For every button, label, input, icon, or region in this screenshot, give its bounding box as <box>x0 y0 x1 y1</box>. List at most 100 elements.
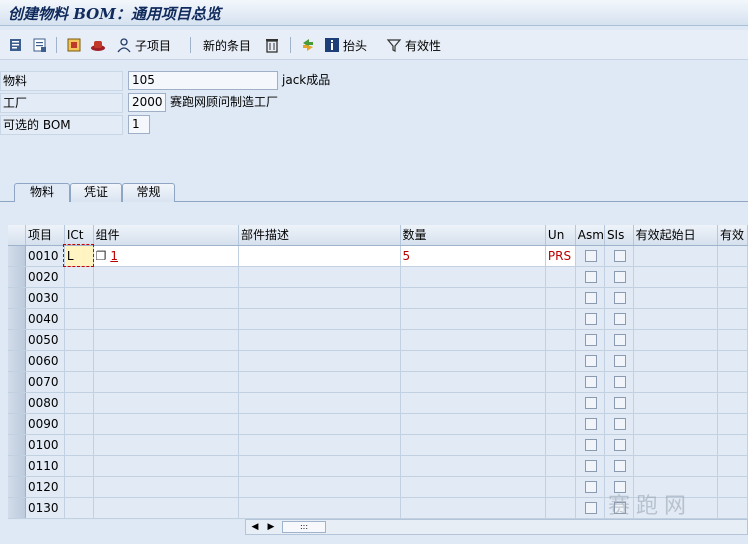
row-selector[interactable] <box>8 413 27 435</box>
column-header-ict[interactable]: ICt <box>64 225 94 246</box>
cell-unit[interactable] <box>545 287 576 309</box>
column-header-sls[interactable]: SIs <box>604 225 634 246</box>
table-row[interactable]: 0080 <box>8 392 748 414</box>
cell-unit[interactable] <box>545 392 576 414</box>
row-selector[interactable] <box>8 392 27 414</box>
table-row[interactable]: 0040 <box>8 308 748 330</box>
cell-description[interactable] <box>238 455 401 477</box>
cell-component[interactable]: ❐ 1 <box>93 245 239 267</box>
asm-checkbox[interactable] <box>584 292 597 304</box>
row-selector[interactable] <box>8 371 27 393</box>
validity-button[interactable]: 有效性 <box>386 35 441 55</box>
cell-quantity[interactable] <box>400 308 546 330</box>
sls-checkbox[interactable] <box>613 439 626 451</box>
cell-valid-to[interactable] <box>717 392 748 414</box>
cell-quantity[interactable] <box>400 287 546 309</box>
asm-checkbox[interactable] <box>584 502 597 514</box>
cell-valid-from[interactable] <box>633 392 719 414</box>
cell-unit[interactable]: PRS <box>545 245 576 267</box>
cell-ict[interactable]: L <box>63 244 95 267</box>
cell-unit[interactable] <box>545 266 576 288</box>
new-entries-button[interactable]: 新的条目 <box>203 35 251 55</box>
cell-valid-from[interactable] <box>633 455 719 477</box>
asm-checkbox[interactable] <box>584 460 597 472</box>
cell-ict[interactable] <box>64 266 94 288</box>
cell-valid-from[interactable] <box>633 287 719 309</box>
sls-checkbox[interactable] <box>613 334 626 346</box>
cell-valid-from[interactable] <box>633 308 719 330</box>
sls-checkbox[interactable] <box>613 250 626 262</box>
scroll-left-icon[interactable]: ◀ <box>248 521 262 534</box>
cell-ict[interactable] <box>64 287 94 309</box>
sls-checkbox[interactable] <box>613 418 626 430</box>
table-row[interactable]: 0060 <box>8 350 748 372</box>
cell-component[interactable] <box>93 329 239 351</box>
sls-checkbox[interactable] <box>613 271 626 283</box>
scrollbar-thumb[interactable]: ::: <box>282 521 326 533</box>
column-header-quantity[interactable]: 数量 <box>400 225 546 246</box>
cell-valid-to[interactable] <box>717 329 748 351</box>
cell-unit[interactable] <box>545 371 576 393</box>
asm-checkbox[interactable] <box>584 418 597 430</box>
document-icon[interactable] <box>32 35 48 55</box>
cell-quantity[interactable] <box>400 350 546 372</box>
cell-description[interactable] <box>238 434 401 456</box>
sls-checkbox[interactable] <box>613 376 626 388</box>
cell-description[interactable] <box>238 371 401 393</box>
cell-quantity[interactable] <box>400 266 546 288</box>
hat-icon[interactable] <box>90 35 106 55</box>
asm-checkbox[interactable] <box>584 439 597 451</box>
table-row[interactable]: 0030 <box>8 287 748 309</box>
asm-checkbox[interactable] <box>584 376 597 388</box>
cell-unit[interactable] <box>545 434 576 456</box>
cell-description[interactable] <box>238 245 401 267</box>
cell-component[interactable] <box>93 497 239 519</box>
asm-checkbox[interactable] <box>584 481 597 493</box>
tab-document[interactable]: 凭证 <box>70 183 122 202</box>
cell-unit[interactable] <box>545 455 576 477</box>
delete-icon[interactable] <box>264 35 280 55</box>
table-row[interactable]: 0090 <box>8 413 748 435</box>
column-header-valid-to[interactable]: 有效 <box>717 225 748 246</box>
cell-description[interactable] <box>238 350 401 372</box>
copy-icon[interactable] <box>66 35 82 55</box>
cell-valid-to[interactable] <box>717 287 748 309</box>
alternative-bom-field[interactable]: 1 <box>128 115 150 134</box>
cell-valid-from[interactable] <box>633 413 719 435</box>
cell-component[interactable] <box>93 287 239 309</box>
cell-unit[interactable] <box>545 413 576 435</box>
cell-valid-to[interactable] <box>717 413 748 435</box>
row-selector[interactable] <box>8 329 27 351</box>
cell-valid-to[interactable] <box>717 308 748 330</box>
cell-component[interactable] <box>93 350 239 372</box>
refresh-icon[interactable] <box>300 35 316 55</box>
row-selector[interactable] <box>8 434 27 456</box>
column-header-asm[interactable]: Asm <box>575 225 605 246</box>
cell-valid-to[interactable] <box>717 245 748 267</box>
cell-quantity[interactable] <box>400 497 546 519</box>
cell-quantity[interactable] <box>400 455 546 477</box>
cell-ict[interactable] <box>64 329 94 351</box>
table-row[interactable]: 0050 <box>8 329 748 351</box>
sls-checkbox[interactable] <box>613 292 626 304</box>
tab-material[interactable]: 物料 <box>14 183 70 202</box>
cell-ict[interactable] <box>64 476 94 498</box>
plant-field[interactable]: 2000 <box>128 93 166 112</box>
cell-unit[interactable] <box>545 329 576 351</box>
cell-component[interactable] <box>93 476 239 498</box>
material-field[interactable]: 105 <box>128 71 278 90</box>
cell-unit[interactable] <box>545 476 576 498</box>
cell-quantity[interactable] <box>400 413 546 435</box>
row-selector[interactable] <box>8 287 27 309</box>
cell-quantity[interactable] <box>400 392 546 414</box>
column-header-description[interactable]: 部件描述 <box>238 225 401 246</box>
cell-description[interactable] <box>238 497 401 519</box>
scroll-right-icon[interactable]: ▶ <box>264 521 278 534</box>
row-selector[interactable] <box>8 497 27 519</box>
cell-component[interactable] <box>93 455 239 477</box>
cell-valid-from[interactable] <box>633 266 719 288</box>
cell-ict[interactable] <box>64 455 94 477</box>
column-header-unit[interactable]: Un <box>545 225 576 246</box>
cell-description[interactable] <box>238 392 401 414</box>
row-selector[interactable] <box>8 455 27 477</box>
